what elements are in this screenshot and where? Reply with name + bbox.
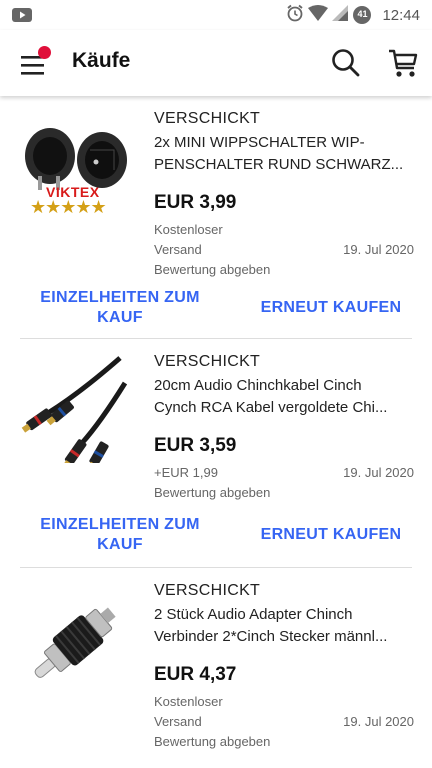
notification-badge <box>38 46 51 59</box>
divider <box>20 338 412 339</box>
item-title[interactable]: 20cm Audio Chinchkabel Cinch Cynch RCA K… <box>154 375 414 419</box>
battery-icon: 41 <box>352 5 372 25</box>
orders-list[interactable]: VIKTEX ★★★★★ VERSCHICKT 2x MINI WIPPSCHA… <box>0 96 432 768</box>
item-title[interactable]: 2 Stück Audio Adapter Chinch Verbinder 2… <box>154 604 414 648</box>
buy-again-button[interactable]: ERNEUT KAUFEN <box>250 525 412 545</box>
button-label: EINZELHEITEN ZUM <box>40 289 200 306</box>
status-bar: 41 12:44 <box>0 0 432 30</box>
order-status: VERSCHICKT <box>154 353 261 370</box>
shipping-info: Kostenloser <box>154 222 223 237</box>
shipping-info: +EUR 1,99 <box>154 465 218 480</box>
order-info: VERSCHICKT 2x MINI WIPPSCHALTER WIP- PEN… <box>154 110 414 280</box>
divider <box>20 567 412 568</box>
product-thumbnail[interactable] <box>20 353 130 471</box>
shipping-info: Versand <box>154 714 202 729</box>
battery-level: 41 <box>357 9 368 19</box>
button-label: KAUF <box>97 536 143 553</box>
cart-button[interactable] <box>386 46 420 80</box>
product-thumbnail[interactable] <box>20 588 130 698</box>
order-meta: Kostenloser Versand 19. Jul 2020 Bewertu… <box>154 220 414 280</box>
cell-signal-icon <box>332 4 349 26</box>
order-meta: +EUR 1,99 19. Jul 2020 Bewertung abgeben <box>154 463 414 503</box>
order-info: VERSCHICKT 20cm Audio Chinchkabel Cinch … <box>154 353 414 503</box>
item-title-line: 20cm Audio Chinchkabel Cinch <box>154 377 362 394</box>
item-price: EUR 3,59 <box>154 435 237 456</box>
order-date: 19. Jul 2020 <box>343 465 414 480</box>
leave-feedback-link[interactable]: Bewertung abgeben <box>154 734 270 749</box>
search-icon <box>332 49 360 77</box>
item-title[interactable]: 2x MINI WIPPSCHALTER WIP- PENSCHALTER RU… <box>154 132 414 176</box>
alarm-icon <box>286 4 304 27</box>
order-actions: EINZELHEITEN ZUM KAUF ERNEUT KAUFEN <box>0 513 432 559</box>
page-title: Käufe <box>72 49 131 72</box>
wifi-icon <box>308 4 329 26</box>
item-title-line: PENSCHALTER RUND SCHWARZ... <box>154 156 404 173</box>
item-price: EUR 4,37 <box>154 664 237 685</box>
item-title-line: 2 Stück Audio Adapter Chinch <box>154 606 353 623</box>
buy-again-button[interactable]: ERNEUT KAUFEN <box>250 298 412 318</box>
product-thumbnail[interactable]: VIKTEX ★★★★★ <box>20 120 130 230</box>
item-title-line: Cynch RCA Kabel vergoldete Chi... <box>154 399 388 416</box>
rating-stars: ★★★★★ <box>30 197 107 217</box>
app-bar: Käufe <box>0 30 432 96</box>
item-title-line: Verbinder 2*Cinch Stecker männl... <box>154 628 388 645</box>
button-label: KAUF <box>97 309 143 326</box>
youtube-notification-icon <box>12 8 32 27</box>
order-meta: Kostenloser Versand 19. Jul 2020 Bewertu… <box>154 692 414 752</box>
order-info: VERSCHICKT 2 Stück Audio Adapter Chinch … <box>154 582 414 752</box>
leave-feedback-link[interactable]: Bewertung abgeben <box>154 262 270 277</box>
menu-button[interactable] <box>18 46 52 80</box>
order-date: 19. Jul 2020 <box>343 714 414 729</box>
order-status: VERSCHICKT <box>154 110 261 127</box>
cart-icon <box>389 49 418 77</box>
order-details-button[interactable]: EINZELHEITEN ZUM KAUF <box>30 515 210 555</box>
item-price: EUR 3,99 <box>154 192 237 213</box>
order-details-button[interactable]: EINZELHEITEN ZUM KAUF <box>30 288 210 328</box>
item-title-line: 2x MINI WIPPSCHALTER WIP- <box>154 134 365 151</box>
search-button[interactable] <box>330 47 362 79</box>
order-actions: EINZELHEITEN ZUM KAUF ERNEUT KAUFEN <box>0 286 432 332</box>
shipping-info: Kostenloser <box>154 694 223 709</box>
shipping-info: Versand <box>154 242 202 257</box>
clock: 12:44 <box>382 6 420 24</box>
order-date: 19. Jul 2020 <box>343 242 414 257</box>
leave-feedback-link[interactable]: Bewertung abgeben <box>154 485 270 500</box>
order-status: VERSCHICKT <box>154 582 261 599</box>
button-label: EINZELHEITEN ZUM <box>40 516 200 533</box>
